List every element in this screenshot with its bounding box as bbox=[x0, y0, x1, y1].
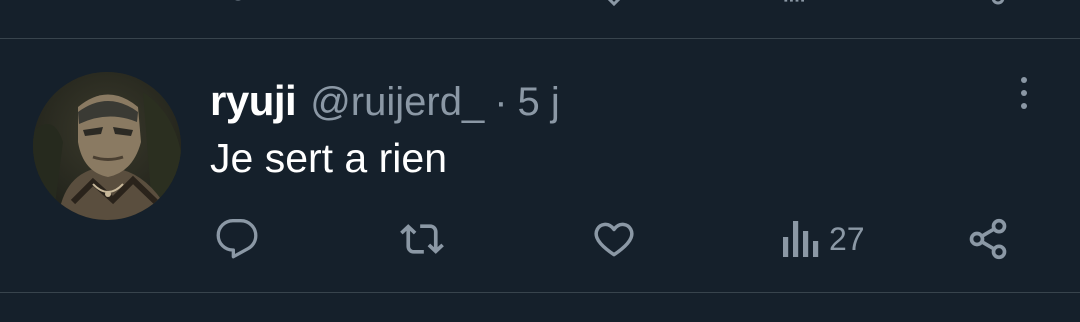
like-button[interactable] bbox=[591, 217, 637, 261]
views-icon bbox=[784, 0, 804, 2]
user-handle[interactable]: @ruijerd_ bbox=[310, 80, 484, 125]
share-icon bbox=[991, 0, 1005, 5]
display-name[interactable]: ryuji bbox=[210, 77, 297, 125]
views-icon bbox=[783, 221, 819, 257]
timestamp[interactable]: 5 j bbox=[518, 80, 560, 125]
reply-icon bbox=[235, 0, 241, 1]
views-button[interactable]: 27 bbox=[781, 217, 865, 261]
previous-tweet-actions bbox=[0, 0, 1080, 8]
reply-icon bbox=[216, 219, 258, 259]
heart-icon bbox=[594, 222, 634, 257]
separator-dot: · bbox=[494, 80, 508, 124]
share-icon bbox=[969, 218, 1007, 260]
reply-button[interactable] bbox=[215, 217, 259, 261]
avatar[interactable] bbox=[33, 72, 181, 220]
more-options-button[interactable] bbox=[1010, 71, 1038, 115]
more-vertical-icon bbox=[1021, 77, 1027, 83]
retweet-icon bbox=[400, 224, 444, 254]
tweet-header: ryuji @ruijerd_ · 5 j bbox=[210, 77, 560, 124]
retweet-button[interactable] bbox=[398, 217, 446, 261]
tweet[interactable]: ryuji @ruijerd_ · 5 j Je sert a rien 27 bbox=[0, 39, 1080, 292]
views-count: 27 bbox=[829, 220, 865, 257]
tweet-text: Je sert a rien bbox=[210, 135, 447, 181]
share-button[interactable] bbox=[966, 217, 1010, 261]
divider bbox=[0, 292, 1080, 293]
heart-icon bbox=[607, 0, 621, 6]
